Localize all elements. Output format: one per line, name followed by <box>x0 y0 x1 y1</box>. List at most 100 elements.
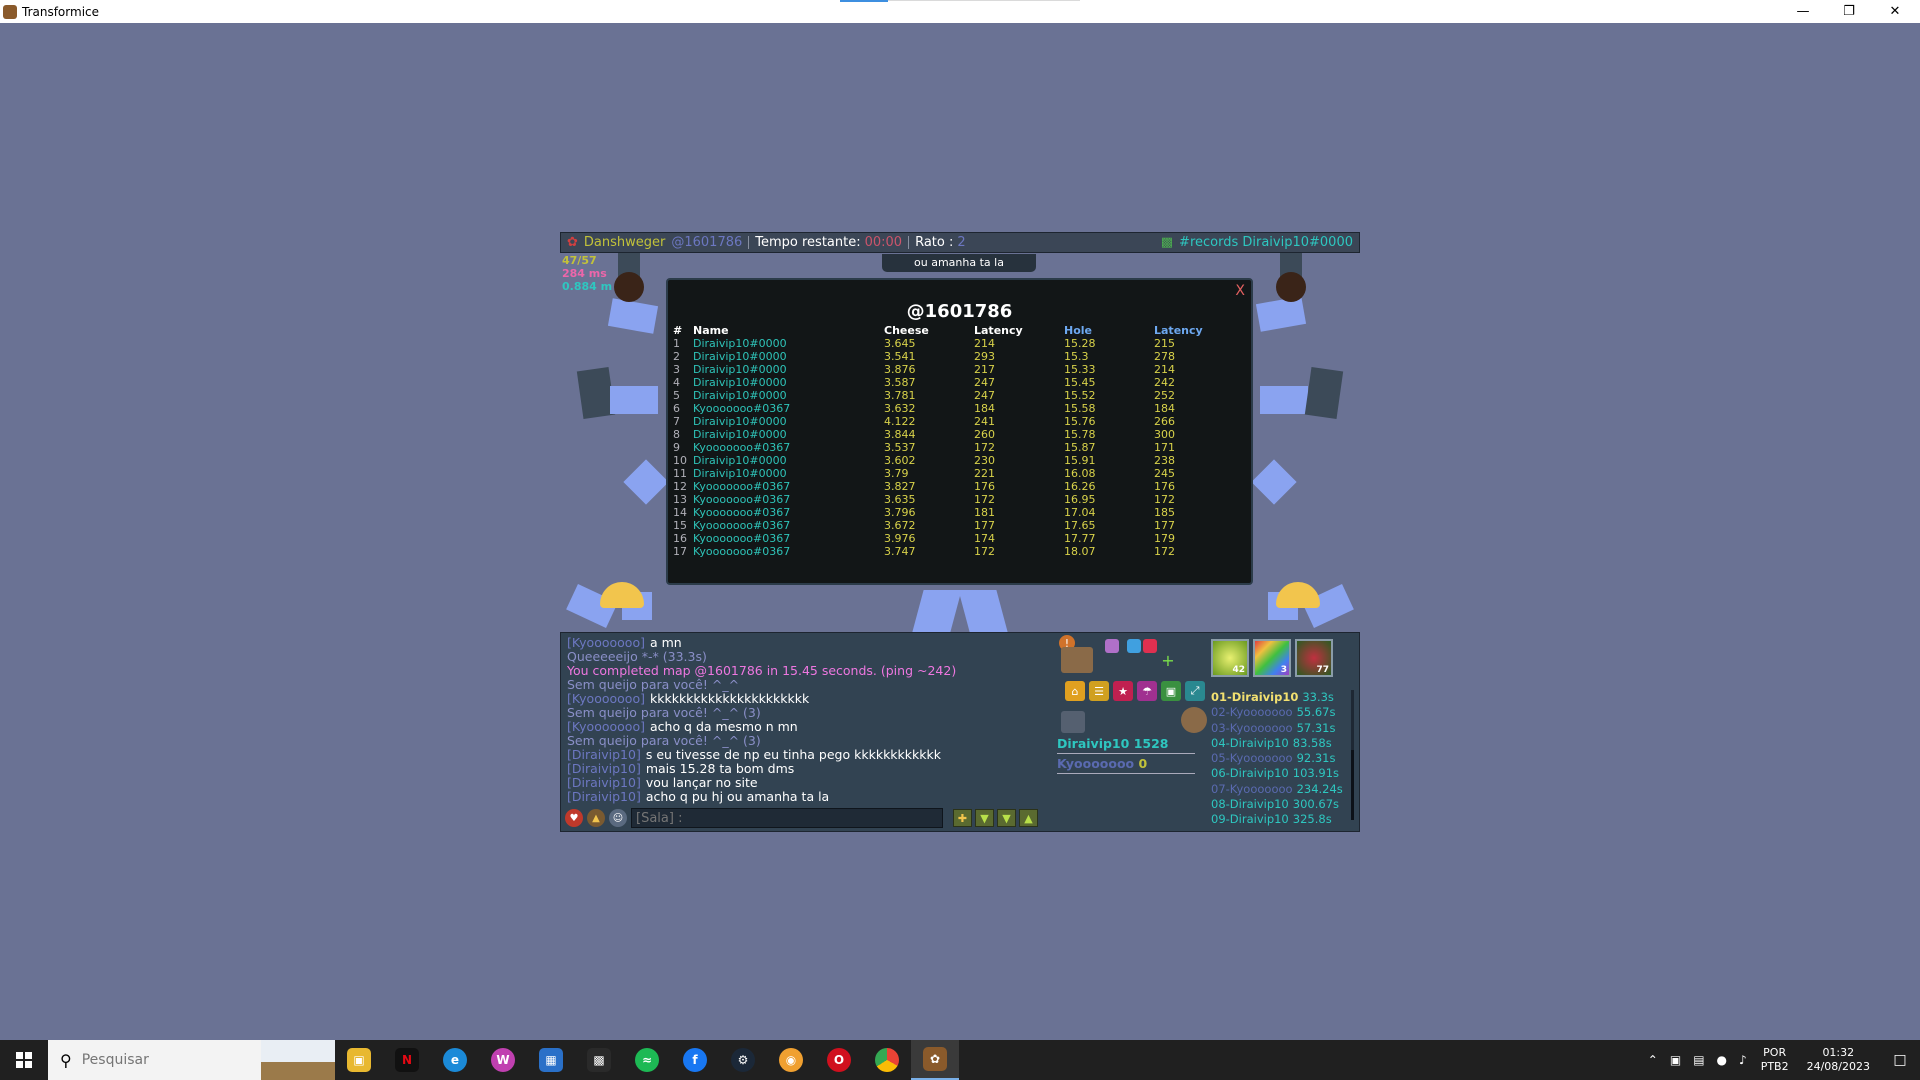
taskbar-app-purple[interactable]: W <box>479 1040 527 1080</box>
scrollbar-thumb[interactable] <box>1351 750 1354 820</box>
fullscreen-icon[interactable]: ⤢ <box>1185 681 1205 701</box>
taskbar-chrome[interactable] <box>863 1040 911 1080</box>
taskbar-facebook[interactable]: f <box>671 1040 719 1080</box>
scroll-up-icon[interactable]: ▲ <box>1019 809 1038 827</box>
ranking-item[interactable]: 05-Kyooooooo 92.31s <box>1211 751 1343 766</box>
chevron-up-icon[interactable]: ⌃ <box>1648 1053 1658 1067</box>
ranking-item[interactable]: 03-Kyooooooo 57.31s <box>1211 721 1343 736</box>
taskbar-browser-orange[interactable]: ◉ <box>767 1040 815 1080</box>
mouse-avatar[interactable] <box>1061 647 1093 673</box>
chat-author[interactable]: [Kyooooooo] <box>567 691 645 706</box>
ranking-item[interactable]: 08-Diraivip10 300.67s <box>1211 797 1343 812</box>
taskbar-steam[interactable]: ⚙ <box>719 1040 767 1080</box>
taskbar-opera[interactable]: O <box>815 1040 863 1080</box>
record-name[interactable]: Kyooooooo#0367 <box>693 493 884 506</box>
notification-icon[interactable]: □ <box>1880 1040 1920 1080</box>
ranking-item[interactable]: 07-Kyooooooo 234.24s <box>1211 782 1343 797</box>
table-row: 12 Kyooooooo#0367 3.827 176 16.26 176 <box>673 480 1224 493</box>
ranking-item[interactable]: 02-Kyooooooo 55.67s <box>1211 705 1343 720</box>
record-name[interactable]: Diraivip10#0000 <box>693 337 884 350</box>
record-name[interactable]: Kyooooooo#0367 <box>693 402 884 415</box>
player-name[interactable]: Kyooooooo <box>1057 756 1134 771</box>
network-icon[interactable]: ▤ <box>1693 1053 1704 1067</box>
record-name[interactable]: Kyooooooo#0367 <box>693 519 884 532</box>
chat-author[interactable]: [Kyooooooo] <box>567 719 645 734</box>
fashion-icon[interactable]: ☂ <box>1137 681 1157 701</box>
camera-icon[interactable]: ▣ <box>1670 1053 1681 1067</box>
chat-line: [Diraivip10] vou lançar no site <box>567 776 1007 790</box>
friends-icon[interactable]: ☺ <box>609 809 627 827</box>
language-indicator[interactable]: POR PTB2 <box>1761 1046 1789 1074</box>
scroll-down-icon[interactable]: ▼ <box>975 809 994 827</box>
taskbar-search[interactable]: ⚲ <box>48 1040 335 1080</box>
search-input[interactable] <box>81 1052 242 1068</box>
item-icon[interactable] <box>1143 639 1157 653</box>
record-name[interactable]: Kyooooooo#0367 <box>693 532 884 545</box>
microphone-icon[interactable]: ● <box>1717 1053 1727 1067</box>
taskbar-file-explorer[interactable]: ▣ <box>335 1040 383 1080</box>
record-name[interactable]: Diraivip10#0000 <box>693 389 884 402</box>
ranking-scrollbar[interactable] <box>1351 690 1354 820</box>
record-name[interactable]: Diraivip10#0000 <box>693 350 884 363</box>
taskbar-monitor[interactable]: ▩ <box>575 1040 623 1080</box>
chat-author[interactable]: [Diraivip10] <box>567 761 641 776</box>
taskbar-transformice[interactable]: ✿ <box>911 1040 959 1080</box>
chat-line: [Diraivip10] mais 15.28 ta bom dms <box>567 762 1007 776</box>
list-icon[interactable]: ☰ <box>1089 681 1109 701</box>
chat-author[interactable]: [Diraivip10] <box>567 747 641 762</box>
chat-input[interactable] <box>631 808 943 828</box>
record-hole: 17.77 <box>1064 532 1096 545</box>
ranking-item[interactable]: 04-Diraivip10 83.58s <box>1211 736 1343 751</box>
record-name[interactable]: Diraivip10#0000 <box>693 467 884 480</box>
shaman-icon[interactable] <box>1061 711 1085 733</box>
record-name[interactable]: Diraivip10#0000 <box>693 428 884 441</box>
scoreboard: Diraivip10 1528 Kyooooooo 0 <box>1057 736 1195 774</box>
records-title: @1601786 <box>906 301 1013 322</box>
shop-icon[interactable]: ★ <box>1113 681 1133 701</box>
records-close-button[interactable]: X <box>1235 283 1245 299</box>
item-icon[interactable] <box>1105 639 1119 653</box>
chat-text: acho q pu hj ou amanha ta la <box>645 789 830 804</box>
expand-chat-icon[interactable]: ✚ <box>953 809 972 827</box>
chat-line: Sem queijo para você! ^_^ <box>567 678 1007 692</box>
chat-author[interactable]: [Kyooooooo] <box>567 635 645 650</box>
record-name[interactable]: Kyooooooo#0367 <box>693 545 884 558</box>
taskbar-netflix[interactable]: N <box>383 1040 431 1080</box>
start-button[interactable] <box>0 1040 48 1080</box>
power-slot-cheese[interactable]: 42 <box>1211 639 1249 677</box>
taskbar-edge[interactable]: e <box>431 1040 479 1080</box>
heart-icon[interactable]: ♥ <box>565 809 583 827</box>
map-author[interactable]: Danshweger <box>584 235 665 250</box>
gamepad-icon[interactable]: ▣ <box>1161 681 1181 701</box>
record-name[interactable]: Diraivip10#0000 <box>693 415 884 428</box>
record-name[interactable]: Kyooooooo#0367 <box>693 480 884 493</box>
clock[interactable]: 01:32 24/08/2023 <box>1807 1046 1870 1074</box>
house-icon[interactable]: ⌂ <box>1065 681 1085 701</box>
record-name[interactable]: Diraivip10#0000 <box>693 363 884 376</box>
volume-icon[interactable]: ♪ <box>1739 1053 1747 1067</box>
record-name[interactable]: Diraivip10#0000 <box>693 376 884 389</box>
profile-avatar[interactable] <box>1181 707 1207 733</box>
record-name[interactable]: Kyooooooo#0367 <box>693 441 884 454</box>
item-icon[interactable] <box>1127 639 1141 653</box>
chat-author[interactable]: [Diraivip10] <box>567 789 641 804</box>
ranking-item[interactable]: 06-Diraivip10 103.91s <box>1211 766 1343 781</box>
taskbar-spotify[interactable]: ≈ <box>623 1040 671 1080</box>
close-button[interactable]: ✕ <box>1872 0 1918 23</box>
power-slot-rainbow[interactable]: 3 <box>1253 639 1291 677</box>
map-code[interactable]: @1601786 <box>671 235 742 250</box>
player-name[interactable]: Diraivip10 <box>1057 736 1129 751</box>
record-name[interactable]: Diraivip10#0000 <box>693 454 884 467</box>
ranking-item[interactable]: 09-Diraivip10 325.8s <box>1211 812 1343 827</box>
plus-icon[interactable]: + <box>1161 651 1175 670</box>
tribe-icon[interactable]: ▲ <box>587 809 605 827</box>
power-slot-plant[interactable]: 77 <box>1295 639 1333 677</box>
minimize-button[interactable]: — <box>1780 0 1826 23</box>
record-name[interactable]: Kyooooooo#0367 <box>693 506 884 519</box>
taskbar-store[interactable]: ▦ <box>527 1040 575 1080</box>
ranking-item[interactable]: 01-Diraivip10 33.3s <box>1211 690 1343 705</box>
restore-button[interactable]: ❐ <box>1826 0 1872 23</box>
scroll-bottom-icon[interactable]: ▼ <box>997 809 1016 827</box>
chat-author[interactable]: [Diraivip10] <box>567 775 641 790</box>
chat-bar: ♥ ▲ ☺ <box>565 808 965 828</box>
